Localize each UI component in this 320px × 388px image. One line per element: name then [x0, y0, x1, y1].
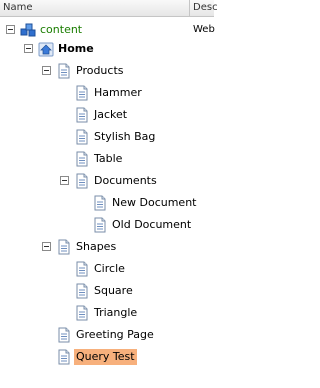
- collapse-toggle-icon[interactable]: [6, 25, 15, 34]
- tree-node-label: Square: [94, 284, 133, 297]
- collapse-toggle-icon[interactable]: [24, 44, 33, 53]
- page-icon: [94, 217, 106, 233]
- page-icon: [76, 107, 88, 123]
- column-divider[interactable]: [189, 0, 190, 16]
- tree-node-label: Stylish Bag: [94, 130, 156, 143]
- page-icon: [76, 173, 88, 189]
- page-icon: [76, 129, 88, 145]
- page-icon: [76, 305, 88, 321]
- page-icon: [76, 85, 88, 101]
- collapse-toggle-icon[interactable]: [60, 176, 69, 185]
- collapse-toggle-icon[interactable]: [42, 242, 51, 251]
- tree-node-label: Hammer: [94, 86, 142, 99]
- site-root-icon: [20, 23, 36, 37]
- tree-node-label: Jacket: [94, 108, 128, 121]
- tree-node-label: New Document: [112, 196, 197, 209]
- tree-node-label: Circle: [94, 262, 125, 275]
- page-icon: [76, 261, 88, 277]
- content-description-cell: Web: [193, 24, 215, 35]
- tree-node-label: Triangle: [94, 306, 138, 319]
- name-column-header[interactable]: Name: [3, 0, 33, 16]
- tree-node-label: Documents: [94, 174, 157, 187]
- column-header: Name Desc: [0, 0, 218, 17]
- tree-node-label: Old Document: [112, 218, 192, 231]
- page-icon: [58, 63, 70, 79]
- tree-node-label: Greeting Page: [76, 328, 154, 341]
- page-icon: [76, 283, 88, 299]
- tree-node-label: Shapes: [76, 240, 117, 253]
- tree-node-label: Home: [58, 42, 94, 55]
- home-icon: [38, 42, 54, 57]
- page-icon: [58, 239, 70, 255]
- description-column-header[interactable]: Desc: [193, 0, 218, 16]
- page-icon: [94, 195, 106, 211]
- page-icon: [76, 151, 88, 167]
- tree-node-label: Table: [94, 152, 123, 165]
- tree-node-label: Products: [76, 64, 124, 77]
- tree-node-label: content: [40, 23, 83, 36]
- collapse-toggle-icon[interactable]: [42, 66, 51, 75]
- tree-node-label: Query Test: [74, 349, 137, 365]
- page-icon: [58, 349, 70, 365]
- page-icon: [58, 327, 70, 343]
